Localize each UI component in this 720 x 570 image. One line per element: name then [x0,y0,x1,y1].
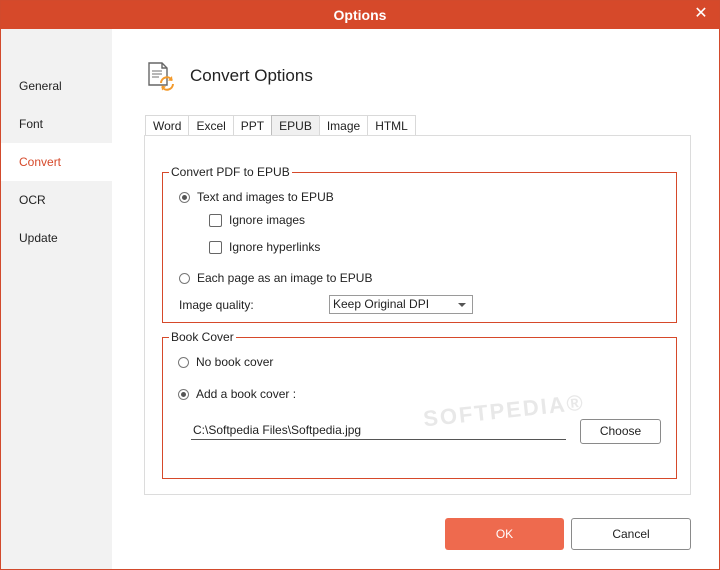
close-icon[interactable]: ✕ [691,4,711,24]
image-quality-value: Keep Original DPI [333,297,430,311]
ignore-hyperlinks-label: Ignore hyperlinks [229,240,321,254]
sidebar-item-general[interactable]: General [1,67,112,105]
radio-selected-icon [178,388,189,400]
ignore-images-label: Ignore images [229,213,306,227]
no-cover-radio[interactable]: No book cover [178,355,273,369]
sidebar: General Font Convert OCR Update [1,29,112,569]
sidebar-item-update[interactable]: Update [1,219,112,257]
ok-button[interactable]: OK [445,518,564,550]
ignore-images-checkbox[interactable]: Ignore images [209,213,305,227]
text-images-label: Text and images to EPUB [197,190,334,204]
options-dialog: Options ✕ General Font Convert OCR Updat… [0,0,720,570]
image-quality-select[interactable]: Keep Original DPI [329,295,473,314]
convert-pdf-group: Convert PDF to EPUB Text and images to E… [162,165,677,323]
tab-excel[interactable]: Excel [188,115,234,136]
chevron-down-icon [458,303,466,307]
convert-group-label: Convert PDF to EPUB [169,165,292,179]
each-page-radio[interactable]: Each page as an image to EPUB [179,271,372,285]
choose-button[interactable]: Choose [580,419,661,444]
tab-word[interactable]: Word [145,115,190,136]
convert-document-icon [147,61,175,91]
tab-ppt[interactable]: PPT [232,115,273,136]
tab-image[interactable]: Image [318,115,369,136]
sidebar-item-convert[interactable]: Convert [1,143,112,181]
text-images-radio[interactable]: Text and images to EPUB [179,190,334,204]
cover-path-field[interactable]: C:\Softpedia Files\Softpedia.jpg [191,420,566,440]
checkbox-icon [209,213,222,227]
add-cover-radio[interactable]: Add a book cover : [178,387,296,401]
book-cover-group: Book Cover No book cover Add a book cove… [162,330,677,479]
ignore-hyperlinks-checkbox[interactable]: Ignore hyperlinks [209,240,320,254]
radio-unselected-icon [178,356,189,368]
checkbox-icon [209,240,222,254]
image-quality-label: Image quality: [179,298,254,312]
title-bar: Options ✕ [1,1,719,29]
radio-unselected-icon [179,272,190,284]
radio-selected-icon [179,191,190,203]
page-title: Convert Options [190,66,313,85]
window-title: Options [333,7,387,23]
no-cover-label: No book cover [196,355,274,369]
each-page-label: Each page as an image to EPUB [197,271,373,285]
cancel-button[interactable]: Cancel [571,518,691,550]
cover-group-label: Book Cover [169,330,236,344]
sidebar-item-ocr[interactable]: OCR [1,181,112,219]
add-cover-label: Add a book cover : [196,387,297,401]
sidebar-item-font[interactable]: Font [1,105,112,143]
tab-html[interactable]: HTML [367,115,416,136]
tab-epub[interactable]: EPUB [271,115,320,137]
epub-options-panel: Convert PDF to EPUB Text and images to E… [144,135,691,495]
tab-bar: Word Excel PPT EPUB Image HTML [145,115,416,137]
